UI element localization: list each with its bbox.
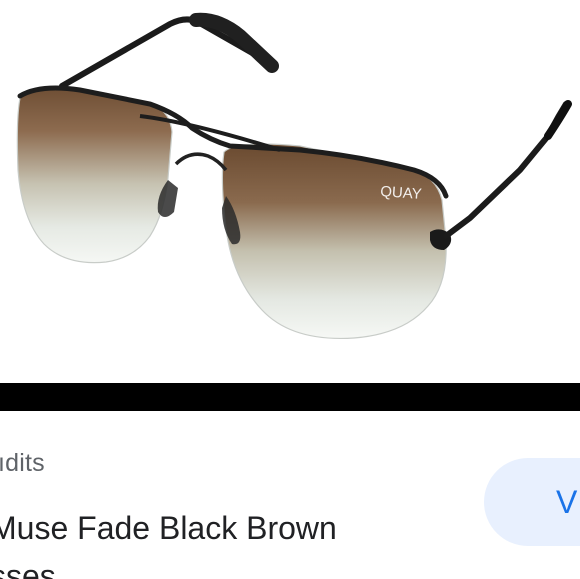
- image-divider-bar: [0, 383, 580, 411]
- merchant-name[interactable]: ıdits: [0, 449, 45, 478]
- sunglasses-image: QUAY: [16, 12, 572, 340]
- visit-button[interactable]: V: [484, 458, 580, 546]
- product-title[interactable]: Muse Fade Black Brown sses: [0, 504, 410, 579]
- left-lens: [16, 86, 173, 264]
- product-card: QUAY ıdits Muse Fade Black Brown sses V: [0, 0, 580, 579]
- brand-logo: QUAY: [380, 183, 422, 203]
- product-image[interactable]: QUAY: [0, 0, 580, 383]
- near-temple-arm: [443, 101, 569, 239]
- right-lens: [221, 143, 447, 340]
- product-info: ıdits Muse Fade Black Brown sses V: [0, 411, 580, 579]
